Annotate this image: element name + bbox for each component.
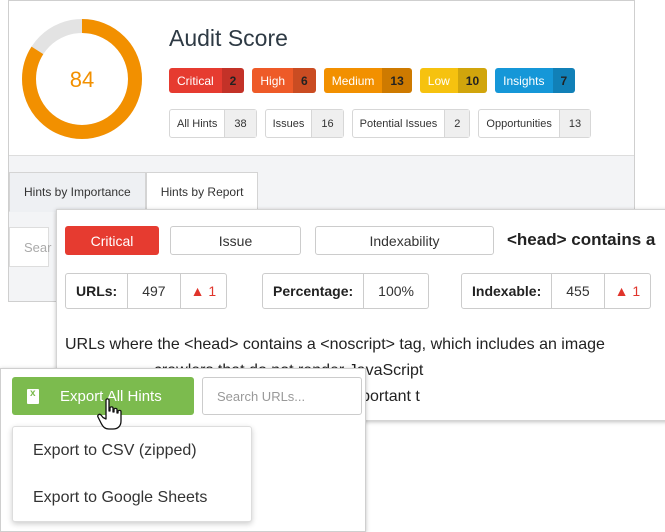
hint-title: <head> contains a [507,230,656,249]
filter-opportunities[interactable]: Opportunities 13 [478,109,592,138]
badge-label: Critical [177,73,214,88]
audit-score-area: 84 Audit Score Critical 2 High 6 Medium … [9,1,634,156]
description-line: URLs where the <head> contains a <noscri… [65,336,605,353]
export-panel: Export All Hints Search URLs... Export t… [0,368,366,532]
filter-count: 2 [444,110,470,137]
tab-hints-by-report[interactable]: Hints by Report [145,172,259,212]
filter-label: Issues [272,117,305,130]
badge-count: 7 [552,68,576,93]
stat-delta: ▲ 1 [603,274,651,308]
hint-type-tag: Issue [170,226,301,255]
badge-label: Insights [503,73,545,88]
hand-pointer-icon [97,398,122,430]
badge-critical[interactable]: Critical 2 [169,68,245,93]
filter-potential-issues[interactable]: Potential Issues 2 [351,109,471,138]
hint-type-filters: All Hints 38 Issues 16 Potential Issues … [169,109,592,138]
search-urls-input[interactable]: Search URLs... [202,377,362,415]
filter-label: All Hints [177,117,218,130]
menu-item-export-google-sheets[interactable]: Export to Google Sheets [13,474,251,521]
badge-count: 2 [221,68,245,93]
stat-delta: ▲ 1 [179,274,227,308]
filter-count: 13 [558,110,591,137]
audit-score-value: 84 [69,67,95,92]
hint-tabs: Hints by Importance Hints by Report [9,172,259,212]
badge-insights[interactable]: Insights 7 [495,68,576,93]
stat-value: 497 [127,274,179,308]
stat-urls[interactable]: URLs: 497 ▲ 1 [65,273,228,309]
stat-percentage: Percentage: 100% [262,273,429,309]
tab-hints-by-importance[interactable]: Hints by Importance [9,172,146,212]
filter-all-hints[interactable]: All Hints 38 [169,109,257,138]
spreadsheet-icon [27,388,39,404]
filter-count: 38 [224,110,256,137]
hint-search-input[interactable]: Sear [9,227,51,267]
menu-item-export-csv[interactable]: Export to CSV (zipped) [13,427,251,474]
filter-label: Opportunities [486,117,552,130]
badge-label: Low [427,73,450,88]
badge-count: 13 [382,68,412,93]
severity-badges: Critical 2 High 6 Medium 13 Low 10 Insig… [169,68,576,93]
importance-tag: Critical [65,226,159,255]
badge-label: High [260,73,286,88]
stat-label: Indexable: [472,283,542,299]
stat-label: URLs: [76,283,118,299]
stat-label: Percentage: [273,283,354,299]
badge-medium[interactable]: Medium 13 [323,68,412,93]
stat-value: 100% [363,274,428,308]
hint-category-tag: Indexability [315,226,494,255]
export-menu: Export to CSV (zipped) Export to Google … [12,426,252,522]
badge-count: 6 [293,68,316,93]
badge-count: 10 [457,68,488,93]
filter-label: Potential Issues [359,117,438,130]
badge-high[interactable]: High 6 [252,68,316,93]
stat-indexable[interactable]: Indexable: 455 ▲ 1 [461,273,652,309]
badge-low[interactable]: Low 10 [419,68,488,93]
audit-score-title: Audit Score [169,25,288,51]
badge-label: Medium [331,73,375,88]
stat-value: 455 [551,274,603,308]
filter-count: 16 [311,110,343,137]
filter-issues[interactable]: Issues 16 [264,109,344,138]
